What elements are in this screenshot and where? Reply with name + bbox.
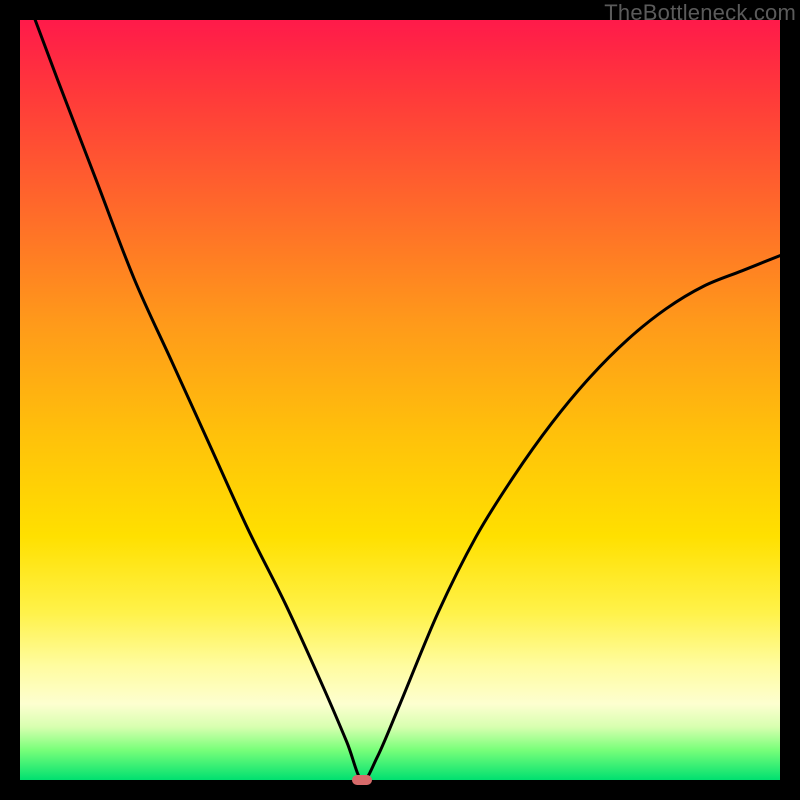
minimum-marker	[352, 775, 372, 785]
chart-frame: TheBottleneck.com	[0, 0, 800, 800]
plot-area	[20, 20, 780, 780]
bottleneck-curve	[20, 20, 780, 780]
